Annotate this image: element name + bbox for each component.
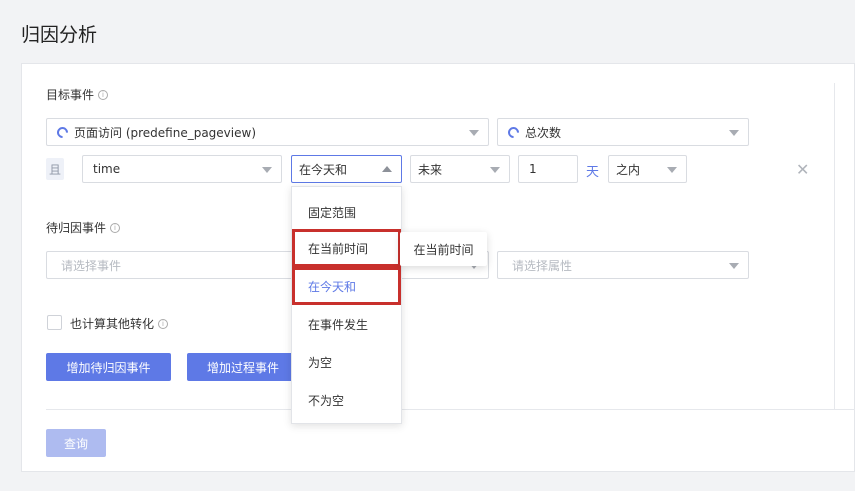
add-attribution-event-button[interactable]: 增加待归因事件 bbox=[46, 353, 171, 381]
attribution-event-label: 待归因事件 i bbox=[46, 219, 121, 236]
metric-search-icon bbox=[505, 124, 522, 140]
filter-property-select[interactable]: time bbox=[82, 155, 282, 183]
target-event-value: 页面访问 (predefine_pageview) bbox=[74, 125, 256, 140]
filter-property-value: time bbox=[93, 162, 121, 176]
target-event-label: 目标事件 i bbox=[46, 86, 109, 103]
target-event-select[interactable]: 页面访问 (predefine_pageview) bbox=[46, 118, 489, 146]
dropdown-option[interactable]: 固定范围 bbox=[292, 193, 401, 231]
dropdown-option-selected[interactable]: 在今天和 bbox=[292, 267, 401, 305]
also-count-checkbox[interactable] bbox=[47, 315, 62, 330]
option-tooltip: 在当前时间 bbox=[400, 232, 487, 266]
operator-dropdown: 固定范围 在当前时间 在今天和 在事件发生 为空 不为空 bbox=[291, 186, 402, 424]
dropdown-option[interactable]: 在当前时间 bbox=[292, 229, 401, 267]
chevron-down-icon bbox=[667, 167, 677, 173]
dropdown-option[interactable]: 在事件发生 bbox=[292, 305, 401, 343]
filter-range-select[interactable]: 之内 bbox=[608, 155, 687, 183]
chevron-down-icon bbox=[490, 167, 500, 173]
attribution-event-placeholder: 请选择事件 bbox=[61, 258, 122, 273]
target-event-label-text: 目标事件 bbox=[46, 88, 95, 102]
query-button[interactable]: 查询 bbox=[46, 429, 106, 457]
divider bbox=[46, 409, 855, 410]
info-icon: i bbox=[110, 222, 121, 233]
info-icon: i bbox=[158, 318, 169, 329]
divider bbox=[834, 83, 835, 409]
attribution-property-select[interactable]: 请选择属性 bbox=[497, 251, 749, 279]
add-process-event-button[interactable]: 增加过程事件 bbox=[187, 353, 299, 381]
attribution-event-label-text: 待归因事件 bbox=[46, 221, 107, 235]
filter-direction-value: 未来 bbox=[418, 162, 443, 177]
chevron-up-icon bbox=[382, 166, 392, 172]
and-connector[interactable]: 且 bbox=[46, 158, 64, 180]
metric-value: 总次数 bbox=[525, 125, 562, 140]
event-search-icon bbox=[54, 124, 71, 140]
chevron-down-icon bbox=[262, 167, 272, 173]
metric-select[interactable]: 总次数 bbox=[497, 118, 749, 146]
chevron-down-icon bbox=[729, 263, 739, 269]
filter-direction-select[interactable]: 未来 bbox=[410, 155, 510, 183]
dropdown-option[interactable]: 为空 bbox=[292, 343, 401, 381]
chevron-down-icon bbox=[729, 130, 739, 136]
filter-unit-label: 天 bbox=[586, 165, 600, 180]
chevron-down-icon bbox=[469, 130, 479, 136]
filter-operator-value: 在今天和 bbox=[299, 162, 348, 177]
close-icon[interactable]: ✕ bbox=[796, 160, 809, 179]
also-count-label-text: 也计算其他转化 bbox=[70, 317, 155, 331]
page-title: 归因分析 bbox=[21, 24, 98, 46]
info-icon: i bbox=[98, 89, 109, 100]
attribution-property-placeholder: 请选择属性 bbox=[512, 258, 573, 273]
also-count-label: 也计算其他转化 i bbox=[70, 315, 169, 332]
filter-amount-value: 1 bbox=[529, 162, 537, 176]
filter-amount-input[interactable]: 1 bbox=[518, 155, 578, 183]
dropdown-option[interactable]: 不为空 bbox=[292, 381, 401, 419]
filter-operator-select[interactable]: 在今天和 bbox=[291, 155, 402, 183]
filter-range-value: 之内 bbox=[616, 162, 641, 177]
